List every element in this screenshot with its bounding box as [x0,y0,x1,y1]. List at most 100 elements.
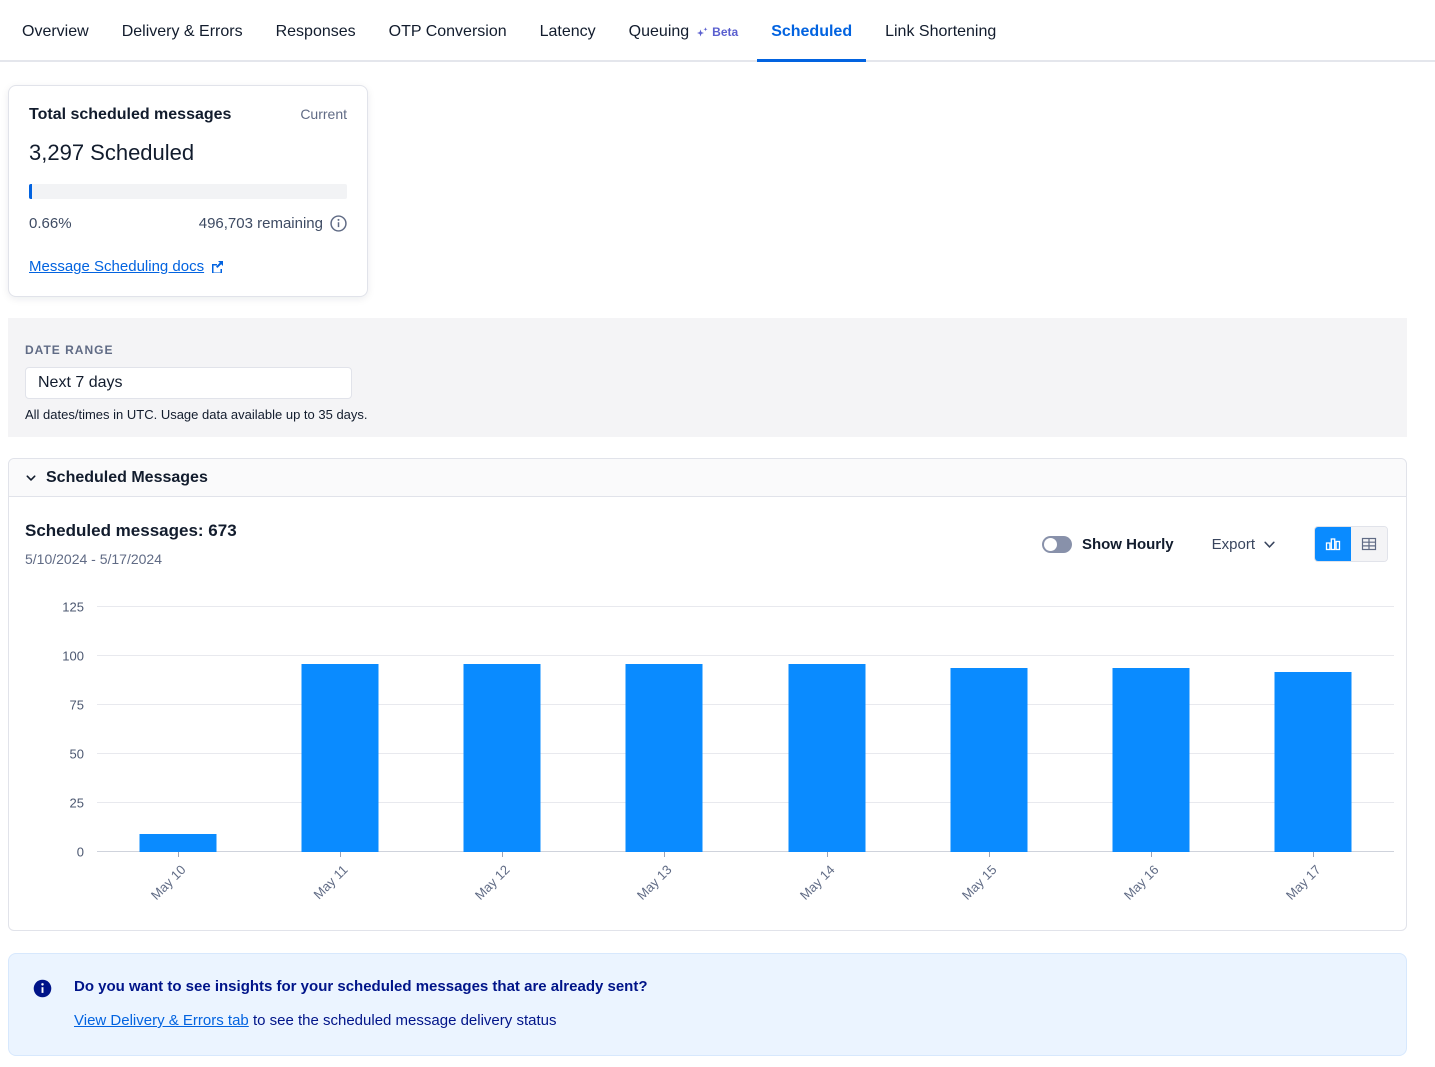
tab-label: OTP Conversion [389,23,507,41]
y-axis-tick-label: 75 [9,698,84,713]
x-axis-label: May 13 [615,862,675,922]
tab-link-shortening[interactable]: Link Shortening [871,3,1010,62]
card-title: Total scheduled messages [29,106,231,124]
view-delivery-errors-link[interactable]: View Delivery & Errors tab [74,1012,249,1029]
y-axis-tick-label: 25 [9,796,84,811]
chart-title: Scheduled messages: 673 [25,521,237,541]
bar-may-15[interactable] [950,668,1027,852]
chevron-down-icon [25,472,37,484]
x-axis-label: May 11 [291,862,351,922]
tab-label: Link Shortening [885,23,996,41]
scheduled-messages-bar-chart: May 10May 11May 12May 13May 14May 15May … [9,599,1408,909]
y-axis-tick-label: 0 [9,845,84,860]
export-button[interactable]: Export [1212,536,1276,553]
tab-label: Overview [22,23,89,41]
info-filled-icon [33,979,52,998]
bar-may-17[interactable] [1274,672,1351,852]
docs-link-label: Message Scheduling docs [29,258,204,275]
tab-label: Latency [540,23,596,41]
panel-collapse-header[interactable]: Scheduled Messages [9,459,1406,497]
tab-scheduled[interactable]: Scheduled [757,3,866,62]
tab-overview[interactable]: Overview [8,3,103,62]
x-axis-tick [1151,852,1152,857]
x-axis-tick [827,852,828,857]
info-alert: Do you want to see insights for your sch… [8,953,1407,1056]
x-axis-tick [178,852,179,857]
chart-band-may-14: May 14 [746,607,908,852]
y-axis-tick-label: 100 [9,649,84,664]
beta-badge: Beta [696,25,738,39]
bar-may-12[interactable] [464,664,541,852]
tab-responses[interactable]: Responses [262,3,370,62]
usage-progress-fill [29,184,32,199]
x-axis-label: May 16 [1101,862,1161,922]
date-range-helper-text: All dates/times in UTC. Usage data avail… [25,407,1407,422]
chart-band-may-12: May 12 [421,607,583,852]
bar-may-13[interactable] [626,664,703,852]
alert-message: View Delivery & Errors tab to see the sc… [74,1012,648,1029]
x-axis-label: May 10 [129,862,189,922]
scheduled-count-value: 3,297 Scheduled [29,140,347,166]
bar-may-10[interactable] [140,834,217,852]
tab-label: Responses [276,23,356,41]
beta-label: Beta [712,25,738,39]
chart-band-may-16: May 16 [1070,607,1232,852]
y-axis-tick-label: 50 [9,747,84,762]
chart-band-may-15: May 15 [908,607,1070,852]
x-axis-label: May 12 [453,862,513,922]
show-hourly-toggle[interactable]: Show Hourly [1042,536,1174,553]
usage-progress-bar [29,184,347,199]
external-link-icon [210,260,224,274]
tab-latency[interactable]: Latency [526,3,610,62]
tab-delivery-errors[interactable]: Delivery & Errors [108,3,257,62]
chart-date-span: 5/10/2024 - 5/17/2024 [25,551,237,567]
alert-message-suffix: to see the scheduled message delivery st… [249,1012,557,1029]
chart-band-may-17: May 17 [1232,607,1394,852]
bar-chart-icon [1324,535,1342,553]
view-switcher [1314,526,1388,562]
insights-tab-bar: Overview Delivery & Errors Responses OTP Co… [0,0,1435,62]
date-range-label: DATE RANGE [25,343,1407,357]
date-range-input[interactable] [25,367,352,399]
x-axis-label: May 17 [1263,862,1323,922]
percent-used: 0.66% [29,215,72,232]
alert-heading: Do you want to see insights for your sch… [74,978,648,995]
bar-may-11[interactable] [302,664,379,852]
show-hourly-label: Show Hourly [1082,536,1174,553]
scheduled-messages-panel: Scheduled Messages Scheduled messages: 6… [8,458,1407,931]
chart-band-may-13: May 13 [583,607,745,852]
chart-plot-area: May 10May 11May 12May 13May 14May 15May … [97,607,1394,852]
tab-label: Queuing [629,23,690,41]
x-axis-tick [989,852,990,857]
tab-label: Scheduled [771,23,852,41]
tab-otp-conversion[interactable]: OTP Conversion [375,3,521,62]
chart-band-may-11: May 11 [259,607,421,852]
chart-band-may-10: May 10 [97,607,259,852]
tab-queuing[interactable]: Queuing Beta [615,3,753,62]
x-axis-tick [340,852,341,857]
tab-label: Delivery & Errors [122,23,243,41]
chart-view-button[interactable] [1315,527,1351,561]
table-view-button[interactable] [1351,527,1387,561]
x-axis-tick [1313,852,1314,857]
table-icon [1360,535,1378,553]
sparkle-icon [696,26,709,39]
toggle-track[interactable] [1042,536,1072,553]
message-scheduling-docs-link[interactable]: Message Scheduling docs [29,258,224,275]
total-scheduled-card: Total scheduled messages Current 3,297 S… [8,85,368,297]
date-range-section: DATE RANGE All dates/times in UTC. Usage… [8,318,1407,437]
chevron-down-icon [1263,538,1276,551]
bar-may-14[interactable] [788,664,865,852]
export-label: Export [1212,536,1255,553]
x-axis-label: May 15 [939,862,999,922]
y-axis-tick-label: 125 [9,600,84,615]
remaining-count: 496,703 remaining [199,215,323,232]
x-axis-tick [502,852,503,857]
card-period-label: Current [300,106,347,122]
panel-title: Scheduled Messages [46,469,208,487]
x-axis-tick [664,852,665,857]
x-axis-label: May 14 [777,862,837,922]
info-icon[interactable] [330,215,347,232]
toggle-knob [1044,538,1057,551]
bar-may-16[interactable] [1112,668,1189,852]
